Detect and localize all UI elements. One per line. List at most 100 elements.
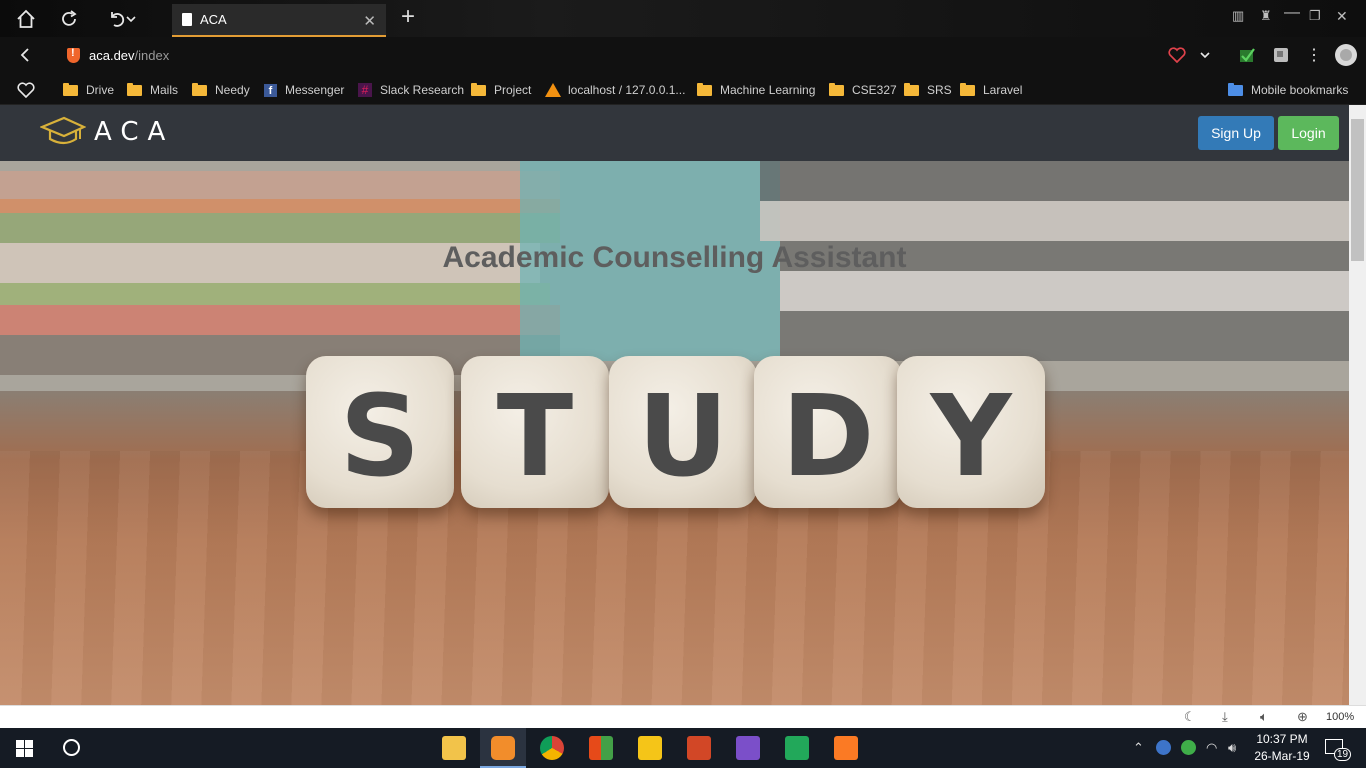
zoom-icon[interactable]: ⊕ (1297, 709, 1308, 725)
bookmark-drive[interactable]: Drive (63, 82, 114, 98)
address-bar: aca.dev/index ⋮ (0, 37, 1366, 73)
bookmark-label: Drive (86, 83, 115, 97)
tab-title: ACA (200, 12, 227, 27)
sync-app-icon[interactable] (1181, 740, 1196, 755)
dice-letter: U (609, 356, 757, 508)
powerpoint-icon[interactable] (687, 736, 711, 760)
download-icon[interactable]: ⤓ (1222, 709, 1228, 725)
bookmark-label: localhost / 127.0.0.1... (568, 83, 686, 97)
phpstorm-icon[interactable] (736, 736, 760, 760)
speaker-icon[interactable]: 🔊︎ (1228, 740, 1236, 756)
cortana-search-icon[interactable] (63, 739, 80, 756)
security-shield-icon[interactable] (67, 47, 80, 63)
bookmarks-heart-icon[interactable] (17, 82, 35, 98)
bookmark-slack-research[interactable]: # Slack Research (358, 82, 464, 98)
chevron-down-icon[interactable] (1192, 42, 1218, 68)
bookmark-machine-learning[interactable]: Machine Learning (697, 82, 815, 98)
avatar[interactable] (1333, 42, 1359, 68)
clock-time: 10:37 PM (1256, 732, 1308, 746)
notification-count-badge: 19 (1334, 748, 1352, 761)
url-host: aca.dev (89, 48, 135, 63)
volume-icon[interactable]: 🔈︎ (1260, 709, 1268, 725)
home-icon[interactable] (13, 6, 39, 32)
bookmark-mails[interactable]: Mails (127, 82, 178, 98)
chrome-icon[interactable] (540, 736, 564, 760)
uc-browser-icon[interactable] (491, 736, 515, 760)
zoom-level[interactable]: 100% (1326, 711, 1354, 723)
restore-icon[interactable]: ❐ (1309, 8, 1321, 24)
network-app-icon[interactable] (1156, 740, 1171, 755)
tab-strip: ACA ✕ + ▥ ♜ — ❐ ✕ (0, 0, 1366, 37)
folder-icon (904, 82, 919, 96)
xampp-icon[interactable] (834, 736, 858, 760)
phpmyadmin-icon (545, 83, 561, 97)
bookmark-needy[interactable]: Needy (192, 82, 250, 98)
url-field[interactable]: aca.dev/index (89, 48, 169, 63)
close-window-icon[interactable]: ✕ (1336, 8, 1348, 25)
bookmarks-bar: Drive Mails Needy f Messenger # Slack Rese… (0, 73, 1366, 105)
windows-start-icon[interactable] (16, 740, 33, 762)
chevron-up-icon[interactable]: ⌃ (1133, 740, 1144, 756)
browser-status-bar: ☾ ⤓ 🔈︎ ⊕ 100% (0, 705, 1366, 728)
folder-icon (192, 82, 207, 96)
folder-icon (1228, 82, 1243, 96)
bookmark-project[interactable]: Project (471, 82, 531, 98)
winrar-icon[interactable] (589, 736, 613, 760)
incognito-icon[interactable]: ♜ (1260, 8, 1272, 24)
bookmark-cse327[interactable]: CSE327 (829, 82, 897, 98)
bookmark-label: Messenger (285, 83, 345, 97)
bookmark-label: Needy (215, 83, 250, 97)
bookmark-localhost[interactable]: localhost / 127.0.0.1... (545, 82, 685, 98)
page-scrollbar[interactable] (1349, 105, 1366, 705)
signup-button[interactable]: Sign Up (1198, 116, 1274, 150)
site-navbar: ACA Sign Up Login (0, 105, 1349, 161)
bookmark-messenger[interactable]: f Messenger (264, 82, 344, 98)
bookmark-label: Laravel (983, 83, 1023, 97)
dice-letter: D (754, 356, 902, 508)
folder-icon (829, 82, 844, 96)
bookmark-label: Mails (150, 83, 179, 97)
extension-icon[interactable]: ▥ (1232, 8, 1244, 24)
close-tab-icon[interactable]: ✕ (363, 12, 376, 30)
reload-icon[interactable] (56, 6, 82, 32)
bookmark-label: SRS (927, 83, 952, 97)
bookmark-label: CSE327 (852, 83, 897, 97)
dice-letter: S (306, 356, 454, 508)
chevron-down-icon[interactable] (121, 6, 141, 32)
new-tab-icon[interactable]: + (396, 4, 420, 30)
web-page: ACA Sign Up Login Academic Counselling A… (0, 105, 1349, 705)
bookmark-label: Project (494, 83, 532, 97)
system-clock[interactable]: 10:37 PM 26-Mar-19 (1252, 731, 1312, 765)
minimize-icon[interactable]: — (1284, 4, 1300, 22)
scrollbar-thumb[interactable] (1351, 119, 1364, 261)
bookmark-srs[interactable]: SRS (904, 82, 952, 98)
folder-icon (471, 82, 486, 96)
wifi-icon[interactable]: ◠ (1206, 740, 1217, 756)
document-icon (182, 13, 192, 26)
media-player-icon[interactable] (638, 736, 662, 760)
back-icon[interactable] (12, 42, 38, 68)
tab-aca[interactable]: ACA ✕ (172, 4, 386, 37)
folder-icon (960, 82, 975, 96)
facebook-icon: f (264, 83, 277, 97)
hero-title: Academic Counselling Assistant (442, 241, 907, 274)
bookmark-laravel[interactable]: Laravel (960, 82, 1022, 98)
file-explorer-icon[interactable] (442, 736, 466, 760)
dice-letter: T (461, 356, 609, 508)
dice-letter: Y (897, 356, 1045, 508)
pycharm-icon[interactable] (785, 736, 809, 760)
site-logo[interactable]: ACA (40, 115, 174, 149)
heart-bookmark-icon[interactable] (1164, 42, 1190, 68)
bookmark-mobile-bookmarks[interactable]: Mobile bookmarks (1228, 82, 1348, 98)
menu-icon[interactable]: ⋮ (1301, 42, 1327, 68)
puzzle-extension-icon[interactable] (1268, 42, 1294, 68)
slack-icon: # (358, 83, 372, 97)
url-path: /index (134, 48, 170, 63)
folder-icon (127, 82, 142, 96)
night-mode-icon[interactable]: ☾ (1184, 709, 1196, 725)
windows-taskbar: ⌃ ◠ 🔊︎ 10:37 PM 26-Mar-19 19 (0, 728, 1366, 768)
clock-date: 26-Mar-19 (1254, 749, 1310, 763)
bookmark-label: Machine Learning (720, 83, 816, 97)
checkmark-extension-icon[interactable] (1234, 42, 1260, 68)
login-button[interactable]: Login (1278, 116, 1339, 150)
